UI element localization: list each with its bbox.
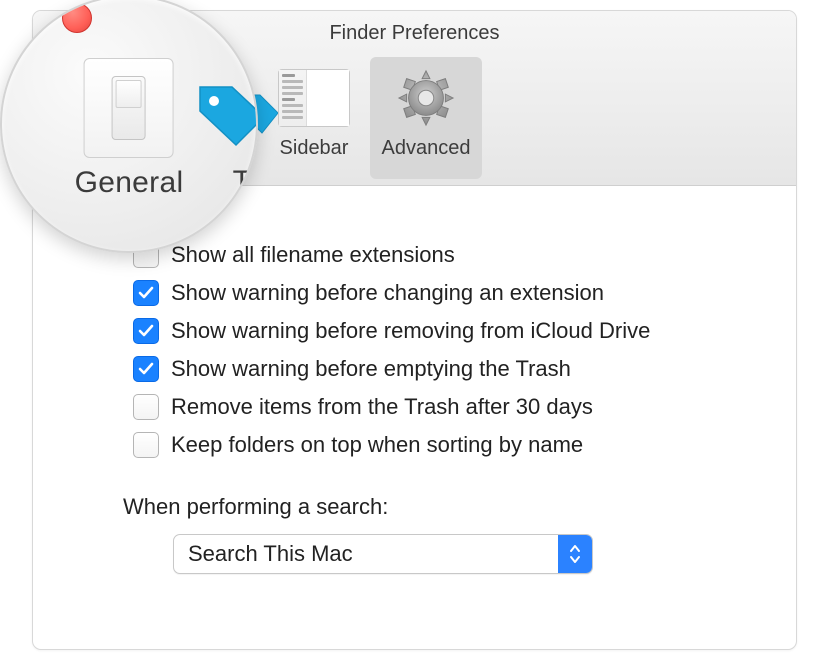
option-label: Show warning before changing an extensio… xyxy=(171,280,604,306)
gear-icon xyxy=(386,63,466,133)
option-label: Show warning before removing from iCloud… xyxy=(171,318,650,344)
tab-tags-label-fragment: T xyxy=(233,165,251,199)
checkbox[interactable] xyxy=(133,280,159,306)
tab-advanced-label: Advanced xyxy=(382,137,471,160)
tab-general[interactable]: General xyxy=(75,58,184,200)
option-warn-extension[interactable]: Show warning before changing an extensio… xyxy=(133,274,766,312)
chevrons-up-down-icon xyxy=(558,535,592,573)
sidebar-icon xyxy=(274,63,354,133)
option-remove-30-days[interactable]: Remove items from the Trash after 30 day… xyxy=(133,388,766,426)
select-value: Search This Mac xyxy=(174,535,558,573)
tab-sidebar-label: Sidebar xyxy=(280,137,349,160)
option-label: Remove items from the Trash after 30 day… xyxy=(171,394,593,420)
tab-advanced[interactable]: Advanced xyxy=(370,57,482,179)
search-scope-select[interactable]: Search This Mac xyxy=(173,534,593,574)
option-warn-trash[interactable]: Show warning before emptying the Trash xyxy=(133,350,766,388)
option-label: Show warning before emptying the Trash xyxy=(171,356,571,382)
option-folders-on-top[interactable]: Keep folders on top when sorting by name xyxy=(133,426,766,464)
search-section-label: When performing a search: xyxy=(123,494,766,520)
option-warn-icloud[interactable]: Show warning before removing from iCloud… xyxy=(133,312,766,350)
close-window-button[interactable] xyxy=(62,3,92,33)
option-label: Keep folders on top when sorting by name xyxy=(171,432,583,458)
checkbox[interactable] xyxy=(133,394,159,420)
checkbox[interactable] xyxy=(133,356,159,382)
zoom-lens: General T xyxy=(0,0,258,253)
tags-icon xyxy=(196,77,258,147)
tab-general-label: General xyxy=(75,166,184,200)
switch-icon xyxy=(84,58,174,158)
checkbox[interactable] xyxy=(133,432,159,458)
checkbox[interactable] xyxy=(133,318,159,344)
